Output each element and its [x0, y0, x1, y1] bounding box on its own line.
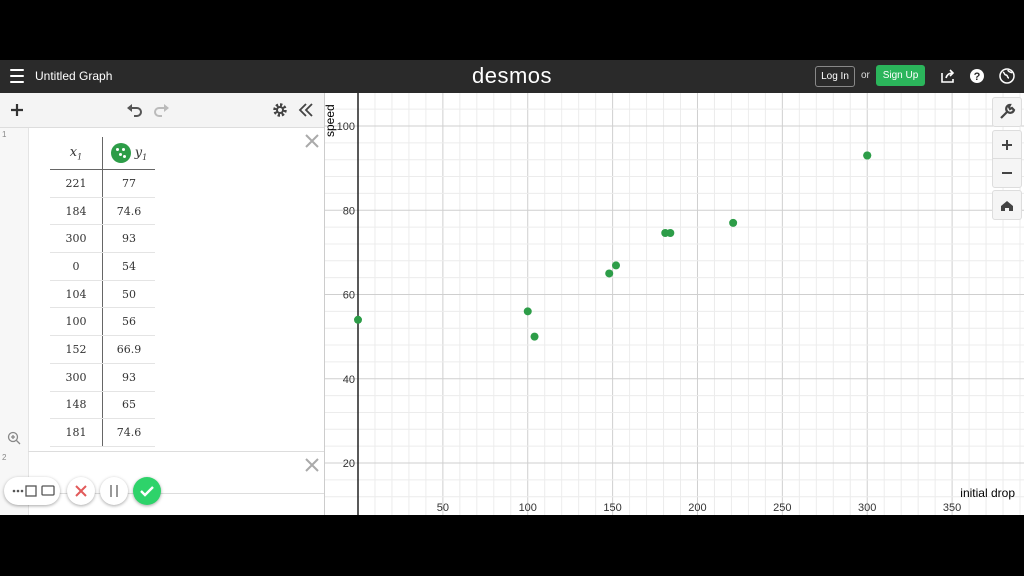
x-tick-label: 200: [688, 502, 706, 514]
table-row: 300 93: [50, 224, 155, 254]
collapse-icon[interactable]: [297, 101, 315, 119]
y-tick-label: 100: [337, 121, 355, 133]
expression-number: 1: [2, 130, 7, 139]
desmos-app: Untitled Graph desmos Log In or Sign Up …: [0, 60, 1024, 515]
point-style-icon[interactable]: [110, 143, 131, 163]
graph-paper[interactable]: 50 100 150 200 250 300 350 20 40 60 80 100 initial …: [323, 93, 1024, 515]
delete-expression-icon[interactable]: [305, 458, 319, 472]
top-bar: Untitled Graph desmos Log In or Sign Up …: [0, 60, 1024, 93]
table-row: 184 74.6: [50, 197, 155, 226]
cell-x[interactable]: 221: [50, 169, 103, 198]
cell-x[interactable]: 181: [50, 418, 103, 447]
cell-x[interactable]: 100: [50, 307, 103, 337]
y-tick-label: 40: [343, 374, 355, 386]
cell-y[interactable]: 65: [102, 391, 155, 420]
y-axis-label: speed: [325, 104, 337, 137]
cell-y[interactable]: 77: [102, 169, 155, 198]
x-axis-label: initial drop: [960, 486, 1015, 500]
data-point: [729, 218, 738, 227]
add-icon[interactable]: [8, 101, 26, 119]
cell-y[interactable]: 66.9: [102, 335, 155, 364]
column-header-y[interactable]: y1: [102, 137, 155, 170]
cell-y[interactable]: 74.6: [102, 197, 155, 226]
y-tick-label: 80: [343, 205, 355, 217]
confirm-icon[interactable]: [133, 477, 161, 505]
data-point: [605, 269, 614, 278]
cell-y[interactable]: 74.6: [102, 418, 155, 447]
cell-y[interactable]: 54: [102, 252, 155, 281]
cell-x[interactable]: 300: [50, 224, 103, 254]
cell-x[interactable]: 152: [50, 335, 103, 364]
cell-x[interactable]: 184: [50, 197, 103, 226]
desmos-logo: desmos: [471, 63, 553, 88]
delete-expression-icon[interactable]: [305, 134, 319, 148]
data-point: [530, 332, 539, 341]
data-point: [863, 151, 872, 160]
x-tick-label: 50: [437, 502, 449, 514]
x-tick-label: 150: [603, 502, 621, 514]
expression-divider: [28, 451, 324, 452]
table-row: 221 77: [50, 169, 155, 198]
y-tick-label: 20: [343, 458, 355, 470]
x-tick-label: 100: [519, 502, 537, 514]
settings-icon[interactable]: [271, 101, 289, 119]
sign-up-button[interactable]: Sign Up: [876, 65, 925, 86]
column-header-x[interactable]: x1: [50, 137, 103, 170]
help-icon[interactable]: ?: [969, 68, 985, 84]
x-tick-label: 250: [773, 502, 791, 514]
expression-number: 2: [2, 453, 7, 462]
globe-icon[interactable]: [999, 68, 1015, 84]
data-point: [523, 307, 532, 316]
table-row: 100 56: [50, 307, 155, 337]
table-row: 181 74.6: [50, 418, 155, 447]
cell-y[interactable]: 50: [102, 280, 155, 309]
pause-icon[interactable]: [100, 477, 128, 505]
or-text: or: [861, 70, 870, 81]
zoom-fit-icon[interactable]: [7, 431, 21, 445]
cell-y[interactable]: 93: [102, 363, 155, 392]
cell-x[interactable]: 148: [50, 391, 103, 420]
home-icon[interactable]: [992, 190, 1022, 220]
grid-lines: [325, 93, 1024, 515]
y-tick-label: 60: [343, 290, 355, 302]
menu-icon[interactable]: [10, 69, 24, 83]
data-point: [661, 228, 670, 237]
scatter-plot[interactable]: 50 100 150 200 250 300 350 20 40 60 80 100 initial …: [323, 93, 1024, 515]
svg-text:?: ?: [974, 71, 981, 83]
redo-icon[interactable]: [153, 101, 171, 119]
share-icon[interactable]: [940, 68, 956, 84]
cell-x[interactable]: 104: [50, 280, 103, 309]
expression-toolbar: [0, 93, 324, 128]
wrench-icon[interactable]: [992, 97, 1022, 127]
table-row: 104 50: [50, 280, 155, 309]
x-tick-label: 350: [943, 502, 961, 514]
cell-y[interactable]: 56: [102, 307, 155, 337]
data-point: [612, 261, 621, 270]
log-in-button[interactable]: Log In: [815, 66, 855, 87]
cell-x[interactable]: 0: [50, 252, 103, 281]
cancel-icon[interactable]: [67, 477, 95, 505]
x-tick-label: 300: [858, 502, 876, 514]
data-point: [354, 315, 362, 324]
table-row: 300 93: [50, 363, 155, 392]
zoom-out-icon[interactable]: [992, 158, 1022, 188]
graph-title[interactable]: Untitled Graph: [35, 69, 112, 83]
table-row: 0 54: [50, 252, 155, 281]
expression-list: 1 2 x1 y1 221 77 184 74.6 300 93 0 54 104 50 100 56…: [0, 93, 325, 515]
expression-gutter: 1 2: [0, 128, 29, 515]
data-table: x1 y1 221 77 184 74.6 300 93 0 54 104 50 100 56 152 6…: [50, 137, 155, 447]
undo-icon[interactable]: [125, 101, 143, 119]
cell-x[interactable]: 300: [50, 363, 103, 392]
table-row: 152 66.9: [50, 335, 155, 364]
table-row: 148 65: [50, 391, 155, 420]
zoom-in-icon[interactable]: [992, 130, 1022, 159]
keypad-icon[interactable]: [4, 477, 60, 505]
cell-y[interactable]: 93: [102, 224, 155, 254]
